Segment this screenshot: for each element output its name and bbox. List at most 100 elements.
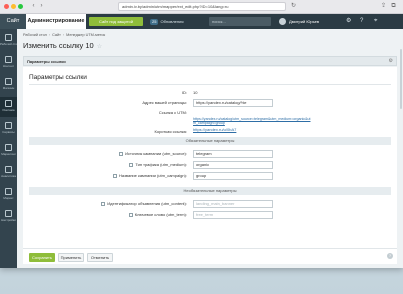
sidebar-item-label: Аналитика xyxy=(1,174,16,178)
gear-icon[interactable]: ⚙ xyxy=(389,57,393,66)
save-button[interactable]: Сохранить xyxy=(29,253,55,262)
short-link-label: Короткая ссылка: xyxy=(154,129,187,134)
forward-icon[interactable]: › xyxy=(38,3,45,10)
protection-button[interactable]: Сайт под защитой xyxy=(89,17,143,26)
page-title-text: Изменить ссылку 10 xyxy=(23,41,94,50)
sidebar-item-market[interactable]: Маркет xyxy=(0,185,17,205)
divider xyxy=(29,84,391,85)
utm-content-field[interactable]: landing_main_banner xyxy=(193,200,273,208)
apply-button[interactable]: Применить xyxy=(58,253,84,262)
services-icon xyxy=(5,122,12,129)
left-sidebar: Рабочий стол Контент Магазин Рекламa Сер… xyxy=(0,29,17,268)
sidebar-item-label: Магазин xyxy=(2,86,15,90)
reload-icon[interactable]: ↻ xyxy=(290,3,297,10)
utm-medium-field[interactable]: organic xyxy=(193,161,273,169)
required-params-header: Обязательные параметры xyxy=(29,137,391,145)
close-window-icon[interactable] xyxy=(4,4,9,9)
breadcrumb-item[interactable]: Менеджер UTM-меток xyxy=(66,33,105,37)
site-tab[interactable]: Сайт xyxy=(0,14,26,29)
address-bar[interactable]: admin.iv.by/admin/utm/mapper/ext_edit.ph… xyxy=(118,2,286,11)
sidebar-item-label: Маркетинг xyxy=(1,152,16,156)
term-checkbox[interactable] xyxy=(128,212,133,217)
user-name[interactable]: Дмитрий Юрьев xyxy=(289,14,319,29)
admin-tab[interactable]: Администрирование xyxy=(26,14,86,29)
sidebar-item-shop[interactable]: Магазин xyxy=(0,75,17,95)
sidebar-item-services[interactable]: Сервисы xyxy=(0,119,17,139)
market-icon xyxy=(5,188,12,195)
source-label-text: Источник кампании (utm_source): xyxy=(125,151,187,156)
settings-icon[interactable]: ⚙ xyxy=(346,14,351,29)
utm-source-field[interactable]: telegram xyxy=(193,150,273,158)
breadcrumb-item[interactable]: Сайт xyxy=(52,33,61,37)
form-footer: Сохранить Применить Отменить ? xyxy=(23,248,397,264)
utm-campaign-field[interactable]: group xyxy=(193,172,273,180)
sidebar-item-ads[interactable]: Рекламa xyxy=(0,97,17,117)
breadcrumb-item[interactable]: Рабочий стол xyxy=(23,33,47,37)
sidebar-item-marketing[interactable]: Маркетинг xyxy=(0,141,17,161)
updates-label: Обновления xyxy=(160,19,184,24)
pin-icon[interactable]: ⌖ xyxy=(374,14,377,29)
cancel-button[interactable]: Отменить xyxy=(87,253,113,262)
maximize-window-icon[interactable] xyxy=(18,4,23,9)
optional-params-header: Необязательные параметры xyxy=(29,187,391,195)
tabs-icon[interactable]: ⧉ xyxy=(390,3,397,10)
id-row: ID: 10 xyxy=(23,89,397,97)
source-label: Источник кампании (utm_source): xyxy=(119,150,187,158)
user-avatar[interactable] xyxy=(279,18,286,25)
sidebar-item-analytics[interactable]: Аналитика xyxy=(0,163,17,183)
chart-icon xyxy=(5,166,12,173)
utm-term-field[interactable]: free_term xyxy=(193,211,273,219)
breadcrumb: Рабочий стол › Сайт › Менеджер UTM-меток xyxy=(23,33,106,37)
section-title: Параметры ссылки xyxy=(29,74,87,81)
id-value: 10 xyxy=(193,90,198,95)
tab-bar: Параметры ссылки ⚙ xyxy=(23,56,397,66)
id-label: ID: xyxy=(181,90,187,95)
term-label-text: Ключевое слово (utm_term): xyxy=(134,212,187,217)
back-icon[interactable]: ‹ xyxy=(30,3,37,10)
tab-link-params[interactable]: Параметры ссылки xyxy=(27,57,66,66)
help-icon[interactable]: ? xyxy=(387,253,393,259)
medium-label: Тип трафика (utm_medium): xyxy=(129,161,187,169)
updates-link[interactable]: 25 Обновления xyxy=(150,14,184,29)
short-link-row: Короткая ссылка: https://yandex.ru/u/0bA… xyxy=(23,127,397,136)
scrollbar[interactable] xyxy=(400,49,402,109)
sidebar-item-desktop[interactable]: Рабочий стол xyxy=(0,31,17,51)
page-url-field[interactable]: https://yandex.ru/catalog/%e xyxy=(193,99,273,107)
marketing-icon xyxy=(5,144,12,151)
sidebar-item-label: Сервисы xyxy=(2,130,15,134)
share-icon[interactable]: ⇪ xyxy=(380,3,387,10)
updates-badge: 25 xyxy=(150,19,159,25)
full-link-row: Ссылка с UTM: xyxy=(23,109,397,117)
content-checkbox[interactable] xyxy=(101,201,106,206)
main-content: Рабочий стол › Сайт › Менеджер UTM-меток Изм… xyxy=(17,29,403,268)
target-icon xyxy=(5,100,12,107)
minimize-window-icon[interactable] xyxy=(11,4,16,9)
sidebar-item-label: Настройки xyxy=(1,218,16,222)
form-card: https://yandex.ru/catalog/utm_source=tel… xyxy=(23,117,397,250)
star-icon[interactable]: ☆ xyxy=(97,44,102,50)
sidebar-item-content[interactable]: Контент xyxy=(0,53,17,73)
settings-icon xyxy=(5,210,12,217)
content-row: Идентификатор объявления (utm_content): … xyxy=(23,200,397,208)
full-link-value[interactable]: https://yandex.ru/catalog/utm_source=tel… xyxy=(193,117,313,126)
sidebar-item-settings[interactable]: Настройки xyxy=(0,207,17,227)
medium-label-text: Тип трафика (utm_medium): xyxy=(135,162,187,167)
campaign-row: Название кампании (utm_campaign): group xyxy=(23,172,397,180)
admin-topbar: Сайт Администрирование Сайт под защитой … xyxy=(0,14,403,29)
search-input[interactable]: поиск... xyxy=(209,17,271,26)
short-link-value[interactable]: https://yandex.ru/u/0bA7 xyxy=(193,127,236,133)
source-row: Источник кампании (utm_source): telegram xyxy=(23,150,397,158)
help-icon[interactable]: ? xyxy=(360,14,363,29)
form-header-card: Параметры ссылки ID: 10 Адрес вашей стра… xyxy=(23,67,397,123)
medium-checkbox[interactable] xyxy=(129,162,134,167)
source-checkbox[interactable] xyxy=(119,151,124,156)
campaign-checkbox[interactable] xyxy=(113,173,117,178)
page-title: Изменить ссылку 10 ☆ xyxy=(23,41,102,50)
term-row: Ключевое слово (utm_term): free_term xyxy=(23,211,397,219)
desktop-icon xyxy=(5,34,12,41)
term-label: Ключевое слово (utm_term): xyxy=(128,211,187,219)
content-label-text: Идентификатор объявления (utm_content): xyxy=(107,201,187,206)
content-label: Идентификатор объявления (utm_content): xyxy=(101,200,187,208)
sidebar-item-label: Рабочий стол xyxy=(0,42,17,46)
sidebar-item-label: Маркет xyxy=(3,196,14,200)
